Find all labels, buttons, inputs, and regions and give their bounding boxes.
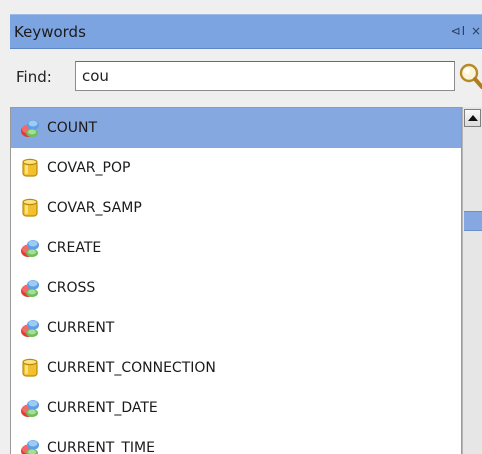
list-scrollbar[interactable] <box>462 107 482 454</box>
scroll-thumb[interactable] <box>464 211 482 231</box>
search-icon[interactable] <box>458 62 482 90</box>
list-item-label: CREATE <box>47 240 102 256</box>
database-icon <box>19 357 41 379</box>
list-item[interactable]: COVAR_SAMP <box>11 188 461 228</box>
list-item-label: CURRENT_DATE <box>47 400 158 416</box>
function-icon <box>19 397 41 419</box>
list-item[interactable]: CURRENT_DATE <box>11 388 461 428</box>
find-input[interactable] <box>75 61 455 91</box>
database-icon <box>19 197 41 219</box>
function-icon <box>19 117 41 139</box>
list-item-label: CROSS <box>47 280 96 296</box>
list-item[interactable]: CROSS <box>11 268 461 308</box>
panel-title: Keywords <box>14 23 86 41</box>
list-item[interactable]: CURRENT_CONNECTION <box>11 348 461 388</box>
find-bar: Find: <box>10 50 482 106</box>
function-icon <box>19 437 41 454</box>
scroll-up-button[interactable] <box>464 109 481 127</box>
list-item[interactable]: CREATE <box>11 228 461 268</box>
list-item[interactable]: COUNT <box>11 108 461 148</box>
list-item-label: COUNT <box>47 120 98 136</box>
keywords-panel: Keywords ⊲I × Find: COUNT COVAR_POP COVAR_… <box>0 0 482 454</box>
database-icon <box>19 157 41 179</box>
find-label: Find: <box>16 68 52 86</box>
panel-titlebar: Keywords ⊲I × <box>10 14 482 49</box>
list-item-label: COVAR_POP <box>47 160 131 176</box>
list-item[interactable]: CURRENT <box>11 308 461 348</box>
panel-window-controls[interactable]: ⊲I × <box>451 24 482 38</box>
function-icon <box>19 317 41 339</box>
function-icon <box>19 277 41 299</box>
list-item-label: CURRENT_TIME <box>47 440 155 454</box>
list-item-label: COVAR_SAMP <box>47 200 142 216</box>
function-icon <box>19 237 41 259</box>
list-item-label: CURRENT_CONNECTION <box>47 360 216 376</box>
list-item[interactable]: CURRENT_TIME <box>11 428 461 454</box>
list-item[interactable]: COVAR_POP <box>11 148 461 188</box>
list-item-label: CURRENT <box>47 320 115 336</box>
keyword-list[interactable]: COUNT COVAR_POP COVAR_SAMP CREATE CROSS CURRE… <box>10 107 462 454</box>
